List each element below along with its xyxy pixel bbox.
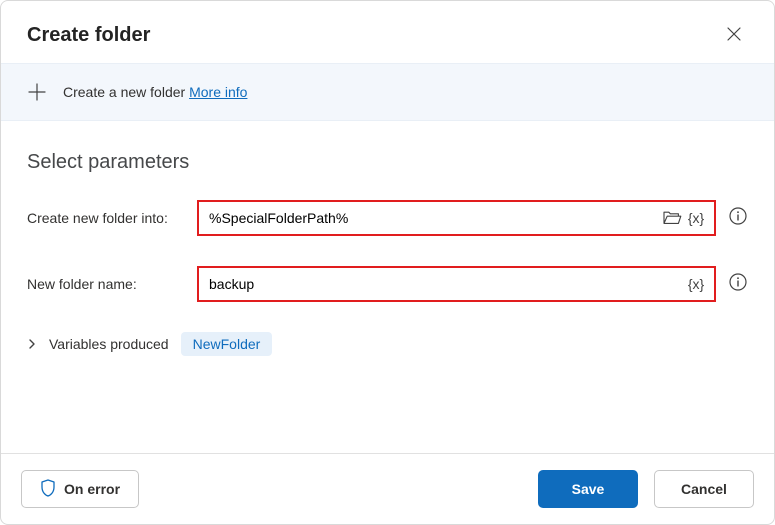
- variables-produced-row[interactable]: Variables produced NewFolder: [27, 332, 748, 356]
- chevron-right-icon: [27, 339, 37, 349]
- dialog-header: Create folder: [1, 1, 774, 63]
- label-name: New folder name:: [27, 276, 197, 292]
- info-icon: [729, 273, 747, 296]
- on-error-label: On error: [64, 481, 120, 497]
- hint-bar: Create a new folder More info: [1, 63, 774, 121]
- folder-open-icon: [662, 209, 682, 228]
- info-icon: [729, 207, 747, 230]
- input-into-wrap[interactable]: {x}: [197, 200, 716, 236]
- hint-text: Create a new folder More info: [63, 84, 247, 100]
- variable-chip-newfolder[interactable]: NewFolder: [181, 332, 273, 356]
- create-folder-dialog: Create folder Create a new folder More i…: [0, 0, 775, 525]
- close-icon: [727, 27, 741, 44]
- field-row-into: Create new folder into: {x}: [27, 200, 748, 236]
- variable-picker-name-button[interactable]: {x}: [684, 272, 708, 296]
- close-button[interactable]: [720, 21, 748, 49]
- more-info-link[interactable]: More info: [189, 84, 247, 100]
- info-into-button[interactable]: [728, 208, 748, 228]
- hint-text-label: Create a new folder: [63, 84, 189, 100]
- input-name-wrap[interactable]: {x}: [197, 266, 716, 302]
- field-row-name: New folder name: {x}: [27, 266, 748, 302]
- section-title: Select parameters: [27, 151, 748, 174]
- browse-folder-button[interactable]: [660, 206, 684, 230]
- dialog-footer: On error Save Cancel: [1, 453, 774, 524]
- label-into: Create new folder into:: [27, 210, 197, 226]
- input-name[interactable]: [209, 276, 684, 292]
- dialog-title: Create folder: [27, 24, 150, 47]
- info-name-button[interactable]: [728, 274, 748, 294]
- save-button[interactable]: Save: [538, 470, 638, 508]
- variable-icon: {x}: [688, 210, 704, 226]
- cancel-button[interactable]: Cancel: [654, 470, 754, 508]
- variables-produced-label: Variables produced: [49, 336, 169, 352]
- on-error-button[interactable]: On error: [21, 470, 139, 508]
- plus-icon: [27, 82, 47, 102]
- dialog-body: Select parameters Create new folder into…: [1, 121, 774, 453]
- input-into[interactable]: [209, 210, 660, 226]
- shield-icon: [40, 479, 56, 500]
- variable-picker-into-button[interactable]: {x}: [684, 206, 708, 230]
- variable-icon: {x}: [688, 276, 704, 292]
